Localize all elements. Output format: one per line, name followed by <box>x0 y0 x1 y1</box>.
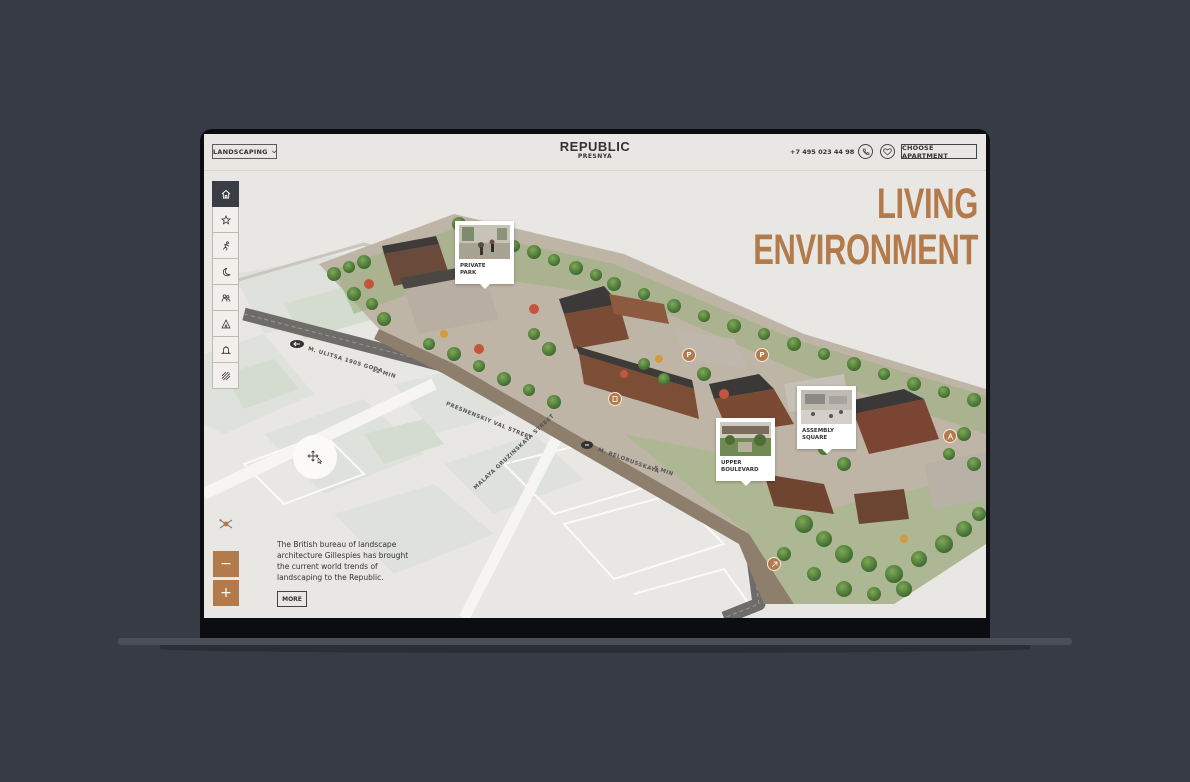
callout-upper-boulevard-label: UPPER BOULEVARD <box>721 460 781 474</box>
favorites-button[interactable] <box>880 144 895 159</box>
page-headline: LIVING ENVIRONMENT <box>753 180 978 274</box>
callout-label-line: SQUARE <box>802 435 828 441</box>
sidebar-item-kids[interactable] <box>212 311 239 337</box>
running-icon <box>222 240 229 250</box>
parking-icon: P <box>686 351 692 359</box>
bell-icon <box>220 345 231 354</box>
callout-label-line: PARK <box>460 270 477 276</box>
sidebar-item-home[interactable] <box>212 181 239 207</box>
logo[interactable]: REPUBLIC PRESNYA <box>544 140 646 160</box>
callout-label-line: ASSEMBLY <box>802 428 834 434</box>
description-text: The British bureau of landscape architec… <box>277 540 409 582</box>
sidebar-item-landscape[interactable] <box>212 363 239 389</box>
callout-label-line: UPPER <box>721 460 742 466</box>
section-dropdown[interactable]: LANDSCAPING <box>212 144 277 159</box>
callout-assembly-square-label: ASSEMBLY SQUARE <box>802 428 862 442</box>
section-dropdown-label: LANDSCAPING <box>213 147 268 156</box>
metro-belorusskaya-marker <box>581 441 593 449</box>
callout-tail <box>479 284 490 289</box>
zoom-out-button[interactable]: − <box>213 551 239 577</box>
chevron-down-icon <box>271 150 276 153</box>
metro-ulitsa-marker <box>290 340 304 348</box>
bookmark-icon <box>612 396 618 402</box>
waves-icon <box>221 371 230 380</box>
callout-private-park[interactable]: PRIVATE PARK <box>455 221 514 289</box>
star-icon <box>220 214 231 225</box>
sidebar-item-favorites[interactable] <box>212 207 239 233</box>
call-button[interactable] <box>858 144 873 159</box>
people-icon <box>221 293 230 302</box>
choose-apartment-button[interactable]: CHOOSE APARTMENT <box>901 144 977 160</box>
map-pin[interactable] <box>943 429 957 443</box>
callout-label-line: BOULEVARD <box>721 467 759 473</box>
website-screen: M. ULITSA 1905 GODA 12 MIN PRESNENSKIY V… <box>204 134 986 618</box>
map-pin[interactable]: P <box>755 348 769 362</box>
phone-number[interactable]: +7 495 023 44 98 <box>790 148 854 156</box>
laptop-base-shadow <box>160 645 1030 653</box>
sidebar-item-services[interactable] <box>212 337 239 363</box>
compass-icon[interactable] <box>218 516 234 532</box>
home-icon <box>221 189 230 199</box>
top-bar: LANDSCAPING REPUBLIC PRESNYA +7 495 023 … <box>204 134 986 171</box>
tent-icon <box>220 318 231 328</box>
sidebar-item-relax[interactable] <box>212 259 239 285</box>
callout-assembly-square[interactable]: ASSEMBLY SQUARE <box>797 386 856 454</box>
zoom-in-button[interactable]: + <box>213 580 239 606</box>
callout-label-line: PRIVATE <box>460 263 486 269</box>
parking-icon: P <box>759 351 765 359</box>
moon-icon <box>222 267 231 276</box>
drag-map-hint[interactable] <box>293 435 337 479</box>
callout-upper-boulevard[interactable]: UPPER BOULEVARD <box>716 418 775 486</box>
phone-icon <box>862 148 869 155</box>
more-button[interactable]: MORE <box>277 591 307 607</box>
move-icon <box>307 450 323 464</box>
callout-private-park-label: PRIVATE PARK <box>460 263 520 277</box>
callout-tail <box>740 481 751 486</box>
category-sidebar <box>212 181 239 389</box>
laptop-base <box>118 638 1072 645</box>
sidebar-item-community[interactable] <box>212 285 239 311</box>
assembly-square-photo <box>801 390 852 424</box>
map-pin[interactable]: P <box>682 348 696 362</box>
arch-icon <box>947 432 953 440</box>
map-pin[interactable] <box>767 557 781 571</box>
arrow-icon <box>771 561 777 567</box>
map-pin[interactable] <box>608 392 622 406</box>
upper-boulevard-photo <box>720 422 771 456</box>
callout-tail <box>821 449 832 454</box>
logo-title: REPUBLIC <box>559 139 631 154</box>
sidebar-item-sport[interactable] <box>212 233 239 259</box>
heart-icon <box>883 147 892 156</box>
logo-subtitle: PRESNYA <box>577 153 613 160</box>
private-park-photo <box>459 225 510 259</box>
